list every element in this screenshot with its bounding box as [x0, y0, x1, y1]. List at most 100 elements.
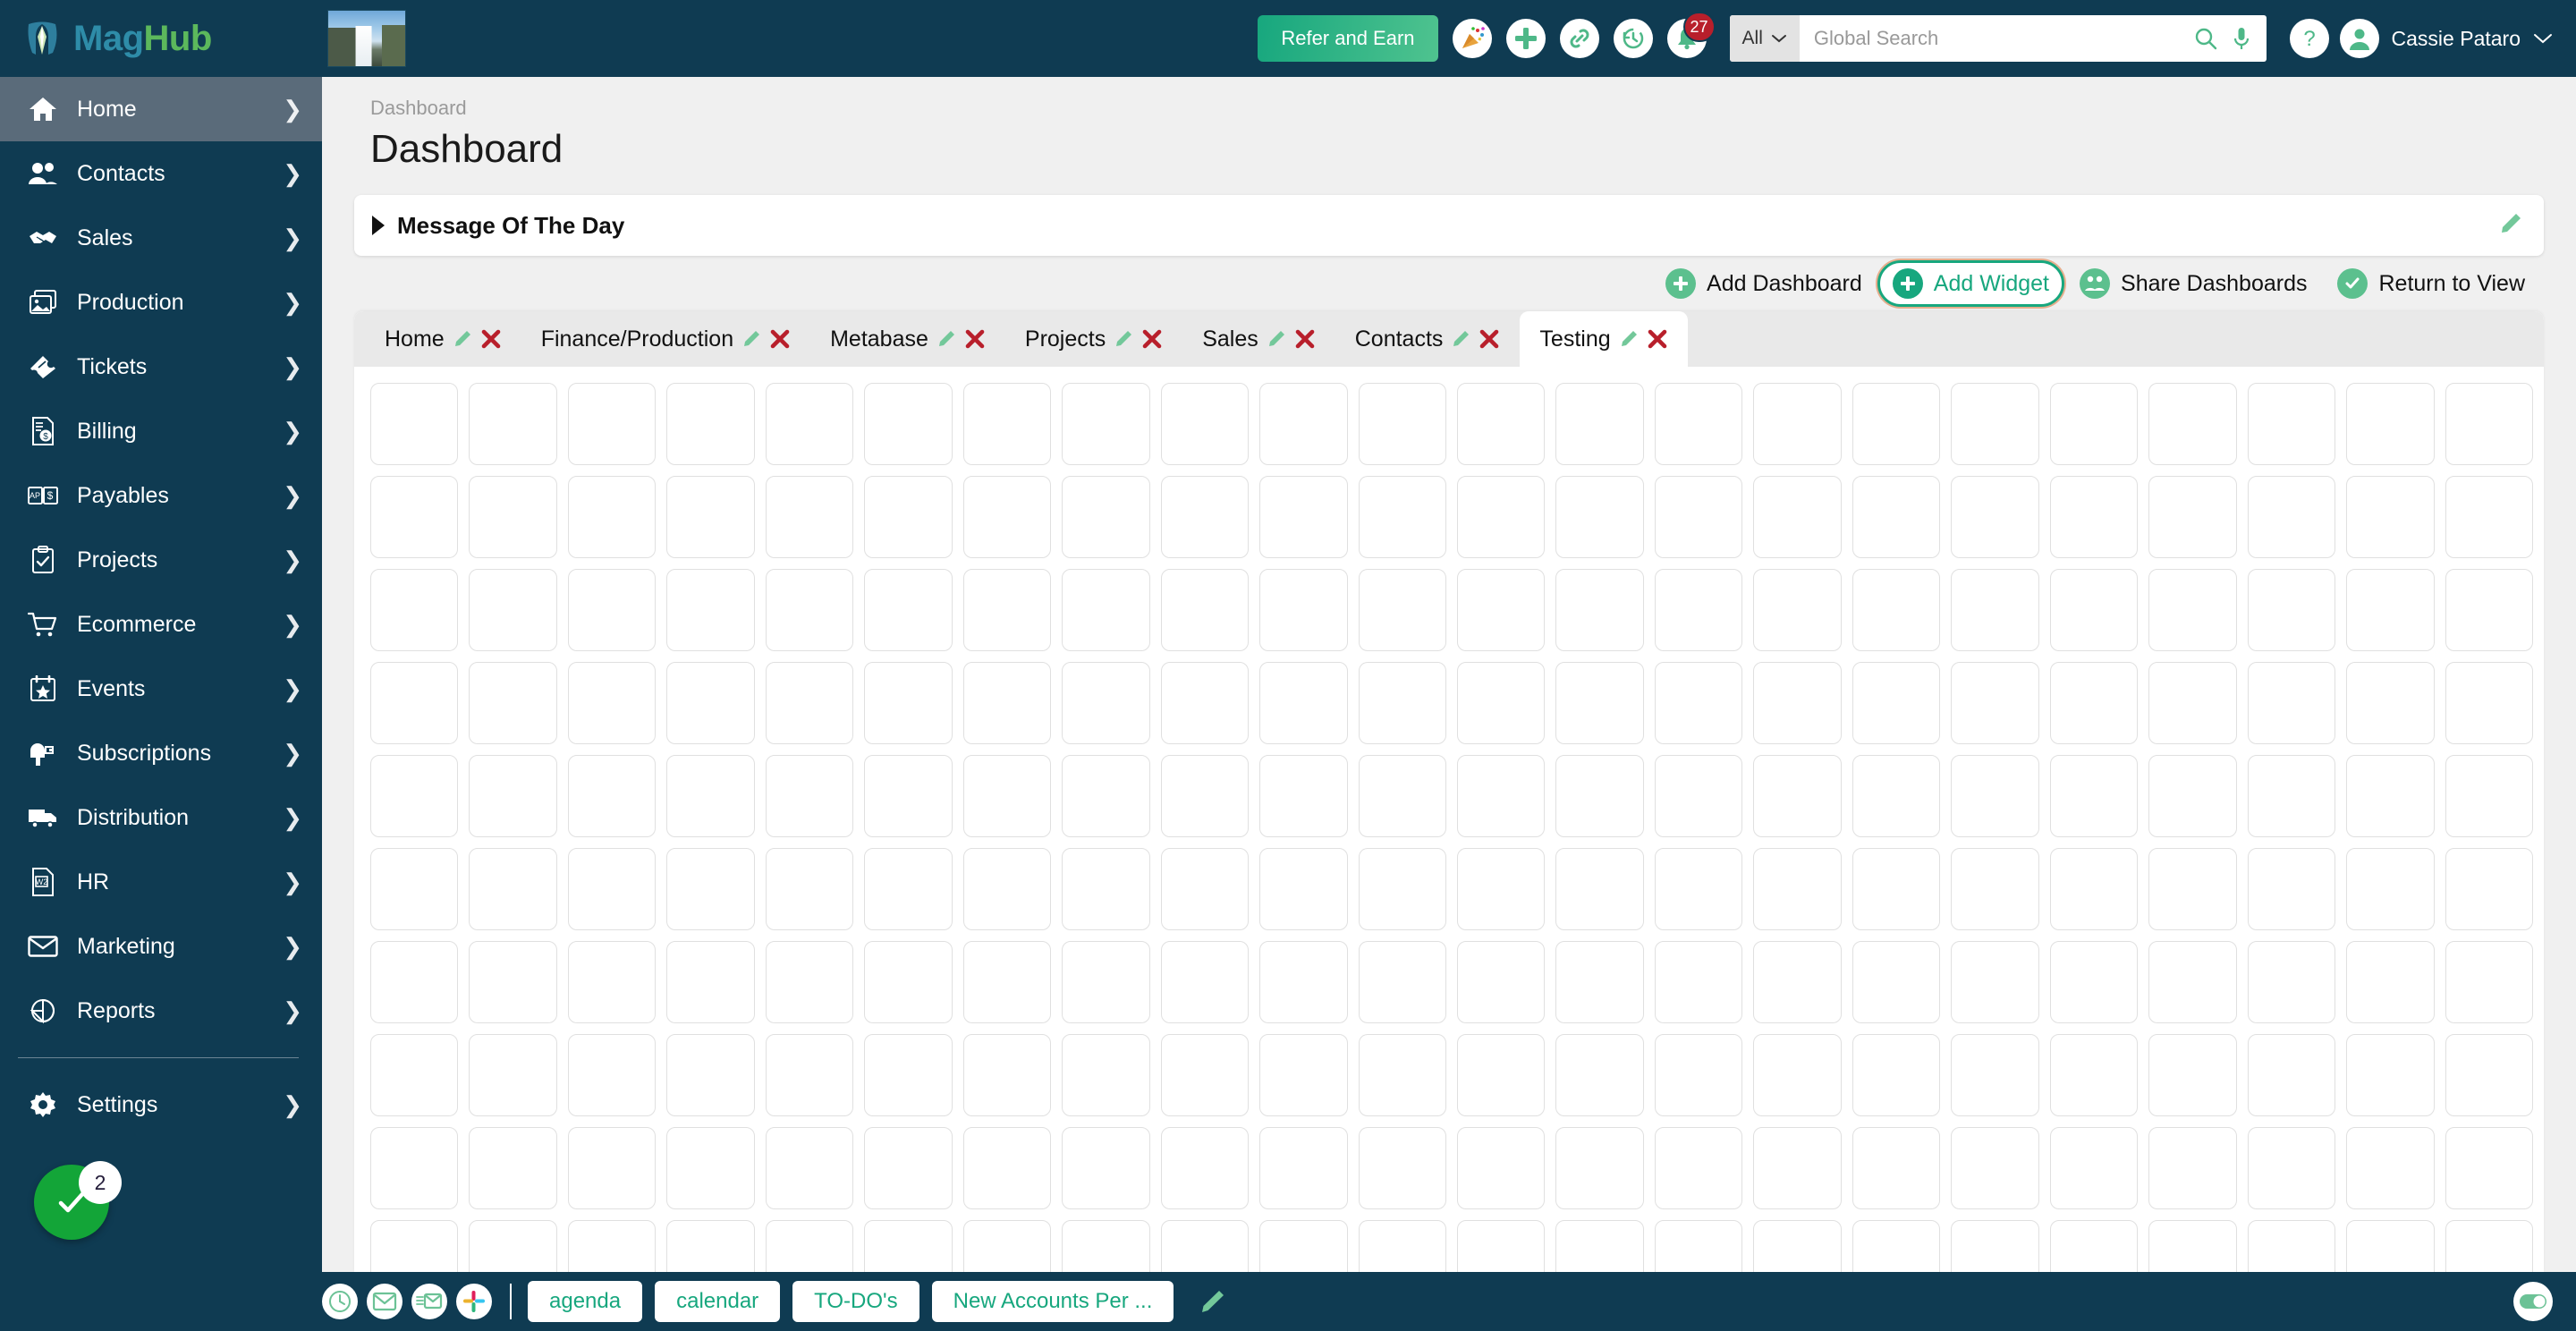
sidebar-item-settings[interactable]: Settings ❯	[0, 1072, 322, 1137]
widget-placeholder-cell[interactable]	[370, 662, 459, 744]
widget-placeholder-cell[interactable]	[1951, 383, 2039, 465]
widget-placeholder-cell[interactable]	[370, 1127, 459, 1209]
widget-placeholder-cell[interactable]	[1654, 1034, 1743, 1116]
widget-placeholder-cell[interactable]	[1160, 1220, 1250, 1272]
widget-placeholder-cell[interactable]	[2148, 662, 2237, 744]
widget-placeholder-cell[interactable]	[567, 941, 657, 1023]
widget-placeholder-cell[interactable]	[1555, 755, 1644, 837]
widget-placeholder-cell[interactable]	[370, 848, 459, 930]
widget-placeholder-cell[interactable]	[1753, 848, 1842, 930]
widget-placeholder-cell[interactable]	[864, 476, 953, 558]
widget-placeholder-cell[interactable]	[864, 383, 953, 465]
widget-placeholder-cell[interactable]	[2346, 848, 2435, 930]
widget-placeholder-cell[interactable]	[1753, 1034, 1842, 1116]
widget-placeholder-cell[interactable]	[2148, 383, 2237, 465]
close-x-icon[interactable]	[480, 328, 502, 350]
widget-placeholder-cell[interactable]	[1753, 569, 1842, 651]
widget-placeholder-cell[interactable]	[2346, 662, 2435, 744]
tab-finance-production[interactable]: Finance/Production	[521, 311, 810, 367]
widget-placeholder-cell[interactable]	[2049, 569, 2139, 651]
widget-placeholder-cell[interactable]	[2148, 569, 2237, 651]
tab-metabase[interactable]: Metabase	[810, 311, 1005, 367]
widget-placeholder-cell[interactable]	[1358, 383, 1446, 465]
widget-placeholder-cell[interactable]	[1358, 1220, 1446, 1272]
sidebar-item-home[interactable]: Home ❯	[0, 77, 322, 141]
widget-placeholder-cell[interactable]	[962, 941, 1052, 1023]
widget-placeholder-cell[interactable]	[370, 383, 459, 465]
widget-placeholder-cell[interactable]	[765, 383, 854, 465]
widget-placeholder-cell[interactable]	[370, 755, 459, 837]
refer-and-earn-button[interactable]: Refer and Earn	[1258, 15, 1438, 62]
widget-placeholder-cell[interactable]	[1259, 848, 1348, 930]
widget-placeholder-cell[interactable]	[765, 1220, 854, 1272]
widget-placeholder-cell[interactable]	[666, 476, 755, 558]
widget-placeholder-cell[interactable]	[1654, 662, 1743, 744]
widget-placeholder-cell[interactable]	[1852, 1127, 1941, 1209]
slack-icon[interactable]	[456, 1284, 492, 1319]
motd-edit-pencil-icon[interactable]	[2497, 210, 2524, 242]
widget-placeholder-cell[interactable]	[1160, 569, 1250, 651]
close-x-icon[interactable]	[964, 328, 986, 350]
search-scope-dropdown[interactable]: All	[1729, 15, 1800, 62]
sidebar-item-marketing[interactable]: Marketing ❯	[0, 914, 322, 979]
widget-placeholder-cell[interactable]	[666, 1127, 755, 1209]
widget-placeholder-cell[interactable]	[1852, 383, 1941, 465]
link-icon[interactable]	[1559, 19, 1599, 58]
widget-placeholder-cell[interactable]	[1852, 662, 1941, 744]
widget-placeholder-cell[interactable]	[1951, 1220, 2039, 1272]
widget-placeholder-cell[interactable]	[2445, 848, 2533, 930]
widget-placeholder-cell[interactable]	[666, 848, 755, 930]
widget-chip-calendar[interactable]: calendar	[655, 1281, 781, 1322]
widget-placeholder-cell[interactable]	[2445, 383, 2533, 465]
widget-placeholder-cell[interactable]	[1456, 1220, 1546, 1272]
add-widget-button[interactable]: Add Widget	[1877, 260, 2065, 307]
widget-placeholder-cell[interactable]	[370, 1220, 459, 1272]
widget-placeholder-cell[interactable]	[864, 569, 953, 651]
widget-placeholder-cell[interactable]	[1456, 569, 1546, 651]
widget-placeholder-cell[interactable]	[864, 1220, 953, 1272]
widget-placeholder-cell[interactable]	[2346, 569, 2435, 651]
sidebar-item-projects[interactable]: Projects ❯	[0, 528, 322, 592]
tab-contacts[interactable]: Contacts	[1335, 311, 1521, 367]
add-dashboard-button[interactable]: Add Dashboard	[1650, 260, 1877, 307]
widget-placeholder-cell[interactable]	[765, 476, 854, 558]
widget-placeholder-cell[interactable]	[567, 1034, 657, 1116]
widget-placeholder-cell[interactable]	[1951, 1034, 2039, 1116]
widget-placeholder-cell[interactable]	[2445, 1127, 2533, 1209]
widget-placeholder-cell[interactable]	[1358, 1127, 1446, 1209]
widget-placeholder-cell[interactable]	[1358, 1034, 1446, 1116]
widget-placeholder-cell[interactable]	[2247, 569, 2336, 651]
widget-placeholder-cell[interactable]	[2247, 941, 2336, 1023]
widget-placeholder-cell[interactable]	[2346, 1034, 2435, 1116]
clock-icon[interactable]	[322, 1284, 358, 1319]
widget-placeholder-cell[interactable]	[370, 1034, 459, 1116]
envelope-list-icon[interactable]	[411, 1284, 447, 1319]
sidebar-item-ecommerce[interactable]: Ecommerce ❯	[0, 592, 322, 657]
tab-testing[interactable]: Testing	[1520, 311, 1688, 367]
widget-placeholder-cell[interactable]	[1753, 1220, 1842, 1272]
widget-placeholder-cell[interactable]	[1654, 755, 1743, 837]
message-of-the-day-card[interactable]: Message Of The Day	[354, 195, 2544, 256]
sidebar-item-sales[interactable]: Sales ❯	[0, 206, 322, 270]
tab-home[interactable]: Home	[365, 311, 521, 367]
sidebar-item-billing[interactable]: $ Billing ❯	[0, 399, 322, 463]
widget-placeholder-cell[interactable]	[469, 1127, 557, 1209]
widget-placeholder-cell[interactable]	[567, 662, 657, 744]
widget-placeholder-cell[interactable]	[567, 383, 657, 465]
widget-placeholder-cell[interactable]	[765, 848, 854, 930]
widget-placeholder-cell[interactable]	[2445, 755, 2533, 837]
widget-placeholder-cell[interactable]	[1555, 383, 1644, 465]
widget-placeholder-cell[interactable]	[1555, 1127, 1644, 1209]
widget-placeholder-cell[interactable]	[567, 476, 657, 558]
widget-placeholder-cell[interactable]	[1555, 569, 1644, 651]
widget-placeholder-cell[interactable]	[864, 941, 953, 1023]
widget-placeholder-cell[interactable]	[567, 1127, 657, 1209]
widget-placeholder-cell[interactable]	[864, 755, 953, 837]
widget-placeholder-cell[interactable]	[1852, 848, 1941, 930]
widget-placeholder-cell[interactable]	[1753, 1127, 1842, 1209]
sidebar-item-production[interactable]: Production ❯	[0, 270, 322, 335]
widget-placeholder-cell[interactable]	[1358, 476, 1446, 558]
widget-placeholder-cell[interactable]	[2445, 1220, 2533, 1272]
widget-placeholder-cell[interactable]	[2049, 662, 2139, 744]
pencil-icon[interactable]	[1618, 328, 1640, 350]
